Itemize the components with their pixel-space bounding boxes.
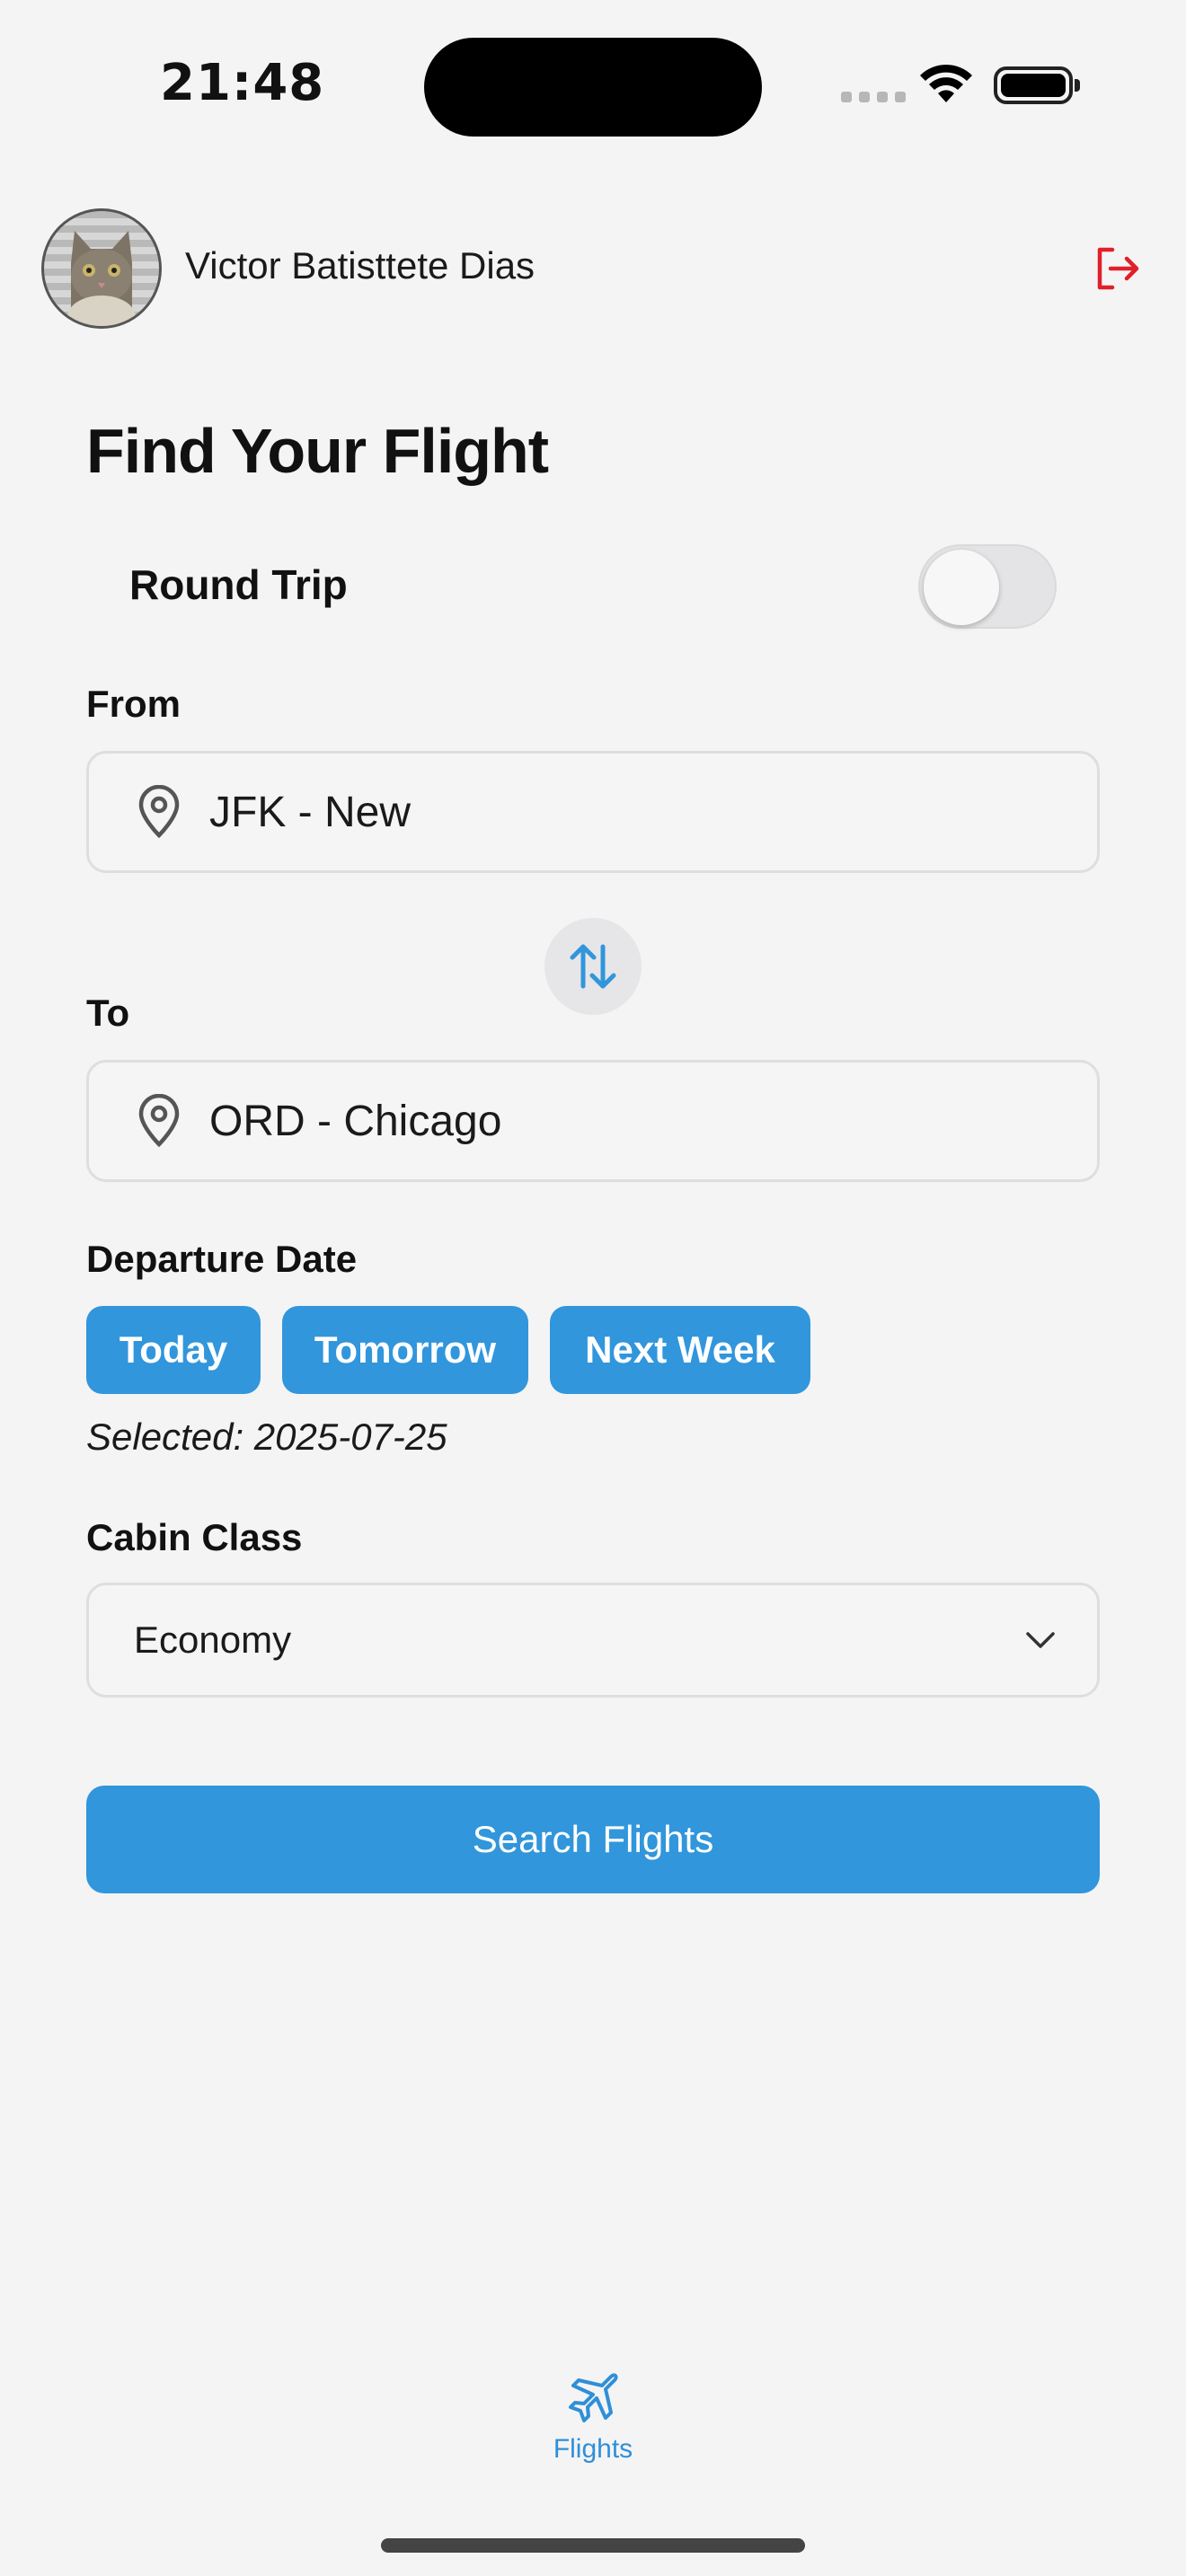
swap-arrows-icon (570, 944, 616, 989)
round-trip-label: Round Trip (129, 561, 348, 608)
battery-icon (994, 66, 1080, 104)
home-indicator[interactable] (381, 2538, 805, 2553)
round-trip-toggle[interactable] (918, 544, 1057, 629)
status-time: 21:48 (160, 54, 325, 112)
logout-button[interactable] (1091, 243, 1143, 295)
departure-date-label: Departure Date (86, 1238, 358, 1280)
tab-flights-label: Flights (553, 2434, 633, 2464)
date-chip-next-week[interactable]: Next Week (550, 1306, 810, 1394)
date-chip-tomorrow[interactable]: Tomorrow (282, 1306, 528, 1394)
user-name: Victor Batisttete Dias (185, 244, 535, 287)
cellular-signal-icon (841, 92, 906, 102)
cabin-class-label: Cabin Class (86, 1516, 303, 1558)
page-title: Find Your Flight (86, 416, 549, 486)
from-value: JFK - New (209, 788, 412, 836)
to-value: ORD - Chicago (209, 1097, 502, 1145)
search-flights-button[interactable]: Search Flights (86, 1786, 1100, 1893)
cabin-class-value: Economy (134, 1619, 292, 1661)
airplane-icon (569, 2373, 618, 2422)
selected-date-text: Selected: 2025-07-25 (86, 1416, 447, 1458)
toggle-knob (924, 550, 999, 625)
dynamic-island (424, 38, 762, 137)
map-pin-icon (138, 785, 180, 839)
chevron-down-icon (1026, 1632, 1055, 1648)
avatar[interactable] (41, 208, 162, 329)
logout-icon (1097, 247, 1139, 290)
map-pin-icon (138, 1094, 180, 1148)
cabin-class-select[interactable]: Economy (86, 1583, 1100, 1698)
from-field[interactable]: JFK - New (86, 751, 1100, 873)
to-field[interactable]: ORD - Chicago (86, 1060, 1100, 1182)
flight-search-screen: 21:48 Victor Batisttete Dias Find Your F… (0, 0, 1186, 2576)
swap-button[interactable] (544, 918, 642, 1015)
to-label: To (86, 992, 130, 1034)
date-chip-today[interactable]: Today (86, 1306, 261, 1394)
from-label: From (86, 683, 181, 725)
tab-flights[interactable]: Flights (503, 2371, 683, 2488)
cat-avatar-icon (67, 231, 136, 326)
wifi-icon (920, 64, 972, 102)
